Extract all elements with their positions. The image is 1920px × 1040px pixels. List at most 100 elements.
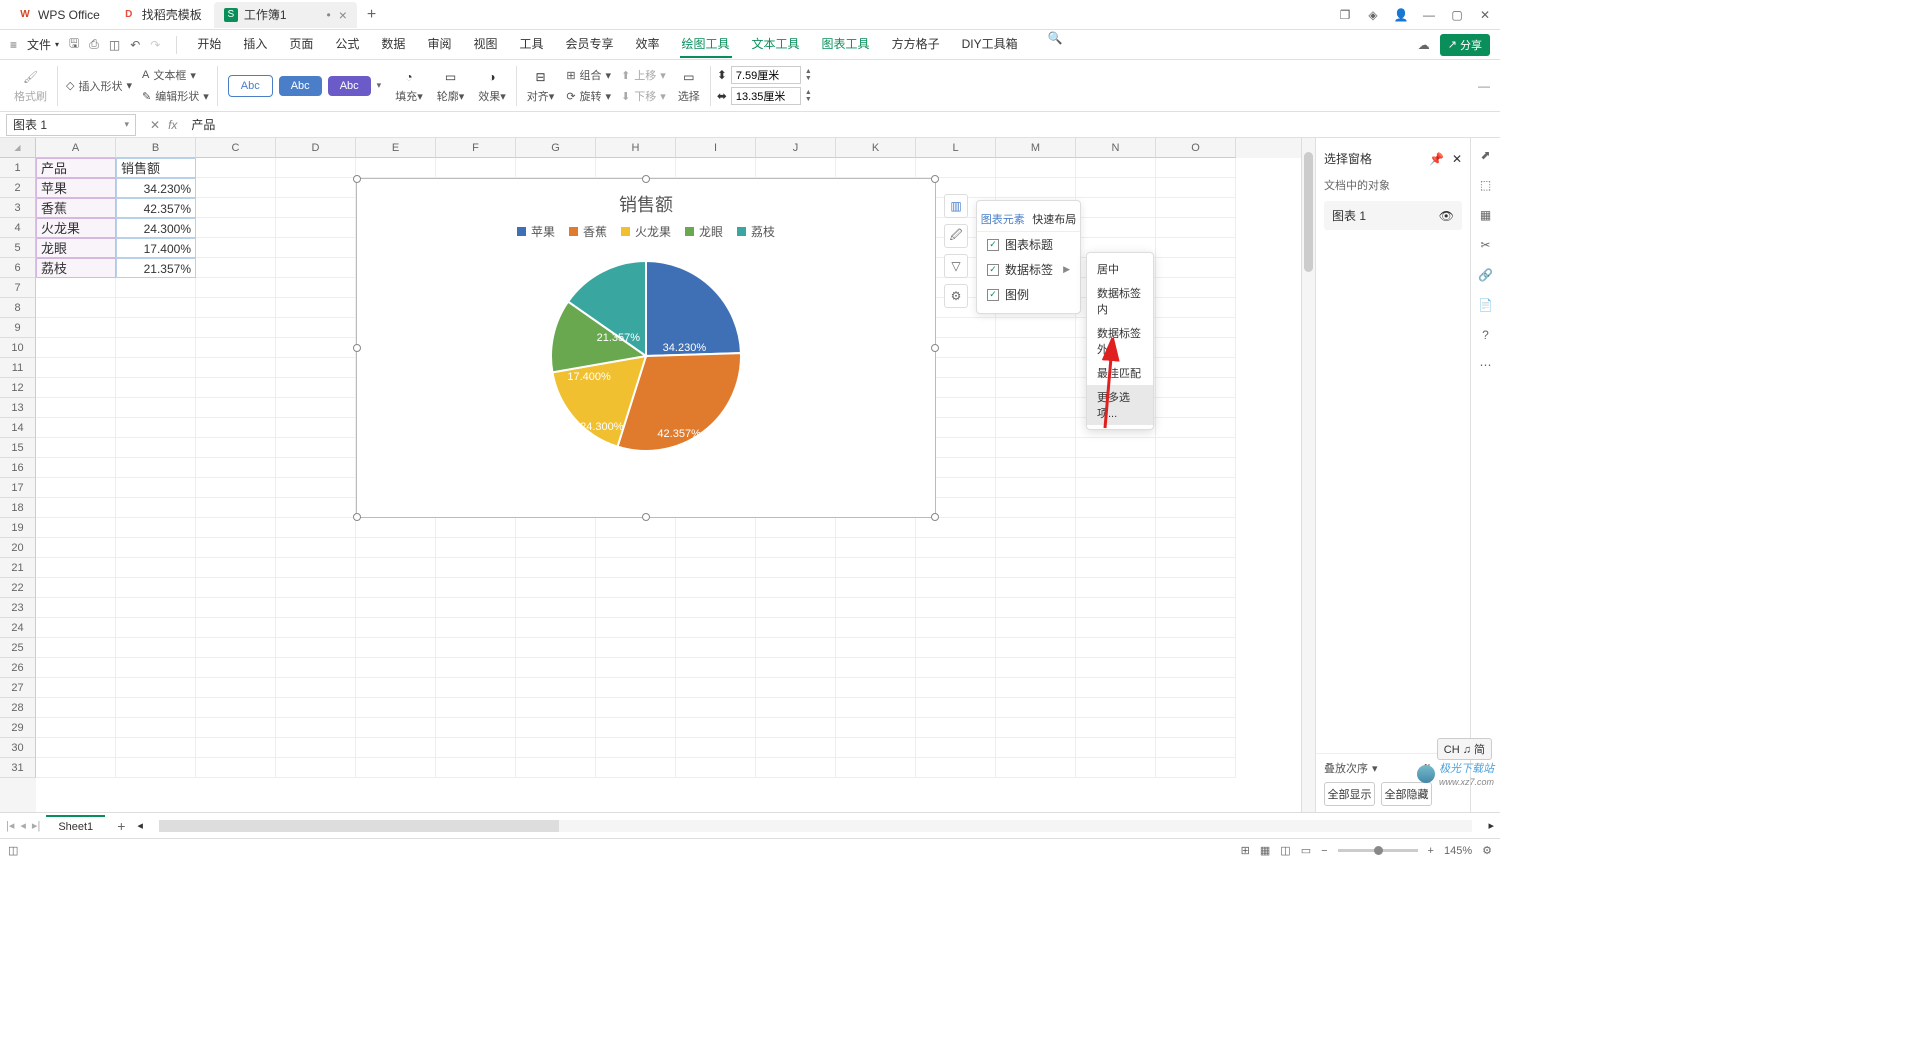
cell[interactable] (436, 678, 516, 698)
cell[interactable] (276, 598, 356, 618)
cell[interactable] (596, 538, 676, 558)
cell[interactable] (836, 758, 916, 778)
cell[interactable] (1076, 678, 1156, 698)
cell[interactable] (516, 638, 596, 658)
cell[interactable] (836, 718, 916, 738)
help-icon[interactable]: ? (1482, 328, 1489, 342)
cell[interactable] (436, 638, 516, 658)
cell[interactable] (516, 698, 596, 718)
cell[interactable] (36, 538, 116, 558)
row-header[interactable]: 26 (0, 658, 36, 678)
cell[interactable] (596, 638, 676, 658)
row-header[interactable]: 13 (0, 398, 36, 418)
cell[interactable] (516, 738, 596, 758)
cell[interactable] (1156, 618, 1236, 638)
cell[interactable] (436, 738, 516, 758)
cell[interactable] (916, 718, 996, 738)
view-break-icon[interactable]: ◫ (1280, 844, 1290, 857)
settings-icon[interactable]: ⚙ (1482, 844, 1492, 857)
cell[interactable] (516, 538, 596, 558)
cell[interactable] (356, 598, 436, 618)
cancel-fx-icon[interactable]: ✕ (150, 118, 160, 132)
selection-item[interactable]: 图表 1 👁 (1324, 201, 1462, 230)
cell[interactable] (276, 278, 356, 298)
close-tab-icon[interactable]: × (339, 7, 347, 23)
cell[interactable] (116, 278, 196, 298)
maximize-icon[interactable]: ▢ (1450, 8, 1464, 22)
cell[interactable] (116, 618, 196, 638)
col-header[interactable]: D (276, 138, 356, 158)
cell[interactable] (1076, 658, 1156, 678)
legend-item[interactable]: 苹果 (517, 223, 555, 240)
file-menu[interactable]: 文件▾ (27, 36, 59, 53)
cell[interactable] (196, 438, 276, 458)
legend-item[interactable]: 香蕉 (569, 223, 607, 240)
cell[interactable] (196, 758, 276, 778)
cell[interactable] (116, 598, 196, 618)
sheet-first-icon[interactable]: |◂ (6, 819, 14, 832)
cell[interactable] (1076, 578, 1156, 598)
spin-down[interactable]: ▼ (805, 96, 812, 103)
cell[interactable] (996, 738, 1076, 758)
select-button[interactable]: ▭选择 (674, 66, 704, 106)
cell[interactable] (516, 598, 596, 618)
style-preset-2[interactable]: Abc (279, 76, 322, 96)
cell[interactable] (836, 658, 916, 678)
chart-settings-button[interactable]: ⚙ (944, 284, 968, 308)
cell[interactable] (996, 478, 1076, 498)
width-input[interactable]: ⬌▲▼ (717, 87, 812, 105)
cell[interactable] (436, 758, 516, 778)
cell[interactable] (196, 358, 276, 378)
row-header[interactable]: 23 (0, 598, 36, 618)
cell[interactable] (676, 718, 756, 738)
cell[interactable] (116, 438, 196, 458)
cell[interactable] (1156, 578, 1236, 598)
resize-handle[interactable] (642, 175, 650, 183)
toggle-data-labels[interactable]: ✓数据标签▶ (977, 257, 1080, 282)
cell[interactable] (756, 158, 836, 178)
row-header[interactable]: 10 (0, 338, 36, 358)
cell[interactable] (276, 578, 356, 598)
cell[interactable] (36, 658, 116, 678)
cell[interactable] (276, 258, 356, 278)
cell[interactable] (996, 618, 1076, 638)
cell[interactable] (356, 758, 436, 778)
cell[interactable] (1156, 318, 1236, 338)
cell[interactable] (516, 158, 596, 178)
cell[interactable] (116, 398, 196, 418)
cell[interactable] (756, 538, 836, 558)
share-button[interactable]: ↗ 分享 (1440, 34, 1490, 56)
cell[interactable] (596, 758, 676, 778)
cell[interactable] (1156, 338, 1236, 358)
cell[interactable] (1076, 198, 1156, 218)
label-inside[interactable]: 数据标签内 (1087, 281, 1153, 321)
toggle-chart-title[interactable]: ✓图表标题 (977, 232, 1080, 257)
cell[interactable] (676, 678, 756, 698)
cell[interactable] (516, 578, 596, 598)
cell[interactable] (116, 738, 196, 758)
cell[interactable] (356, 638, 436, 658)
status-indicator-icon[interactable]: ◫ (8, 844, 18, 857)
cell[interactable] (996, 558, 1076, 578)
view-page-icon[interactable]: ▦ (1260, 844, 1270, 857)
cell[interactable] (836, 598, 916, 618)
col-header[interactable]: H (596, 138, 676, 158)
cell[interactable]: 销售额 (116, 158, 196, 178)
cell[interactable]: 火龙果 (36, 218, 116, 238)
cell[interactable] (116, 498, 196, 518)
effect-button[interactable]: ◑效果▾ (474, 66, 510, 106)
cloud-icon[interactable]: ☁ (1418, 38, 1430, 52)
cell[interactable] (116, 698, 196, 718)
spin-up[interactable]: ▲ (805, 89, 812, 96)
cell[interactable] (196, 238, 276, 258)
cell[interactable] (996, 458, 1076, 478)
col-header[interactable]: M (996, 138, 1076, 158)
cell[interactable]: 产品 (36, 158, 116, 178)
app-tab-wps[interactable]: W WPS Office (8, 2, 110, 28)
cell[interactable] (1156, 178, 1236, 198)
cell[interactable] (1156, 378, 1236, 398)
fill-button[interactable]: ◔填充▾ (391, 66, 427, 106)
cell[interactable] (996, 638, 1076, 658)
cell[interactable] (516, 658, 596, 678)
cell[interactable] (676, 578, 756, 598)
